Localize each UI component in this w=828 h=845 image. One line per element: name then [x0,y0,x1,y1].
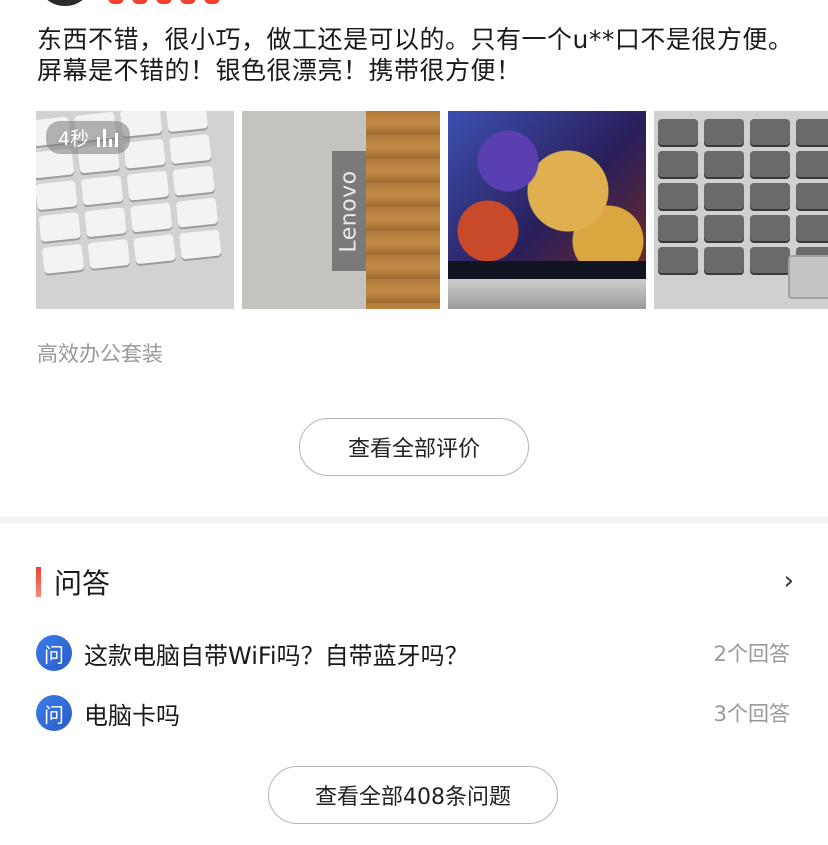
product-variant-tag: 高效办公套装 [37,342,163,366]
view-all-reviews-button[interactable]: 查看全部评价 [299,418,529,476]
answer-count: 3个回答 [713,702,790,726]
photo-content [448,279,646,309]
review-photo[interactable]: Lenovo [242,111,440,309]
qa-title: 问答 [54,567,111,600]
review-photo[interactable] [448,111,646,309]
keyboard-keys [658,119,828,273]
star-icon [132,0,148,4]
review-photos: 4秒 Lenovo [36,111,828,309]
photo-content [366,111,440,309]
qa-item[interactable]: 问 这款电脑自带WiFi吗？自带蓝牙吗？ 2个回答 [36,633,796,673]
chevron-right-icon[interactable]: › [784,566,794,596]
photo-content [448,111,646,261]
photo-content [448,261,646,279]
star-icon [156,0,172,4]
question-icon: 问 [36,695,72,731]
review-text: 东西不错，很小巧，做工还是可以的。只有一个u**口不是很方便。屏幕是不错的！银色… [37,25,794,85]
question-text: 电脑卡吗 [84,701,180,730]
question-text: 这款电脑自带WiFi吗？自带蓝牙吗？ [84,641,469,670]
lenovo-logo: Lenovo [332,151,366,271]
star-icon [108,0,124,4]
review-video-thumbnail[interactable]: 4秒 [36,111,234,309]
video-duration: 4秒 [58,128,90,150]
rating-stars [108,0,220,4]
star-icon [180,0,196,4]
answer-count: 2个回答 [713,642,790,666]
qa-item[interactable]: 问 电脑卡吗 3个回答 [36,693,796,733]
touchpad [788,255,828,299]
star-icon [204,0,220,4]
question-icon: 问 [36,635,72,671]
review-photo[interactable] [654,111,828,309]
section-accent-bar [36,567,41,597]
logo-text: Lenovo [336,169,362,253]
audio-bars-icon [97,128,119,147]
reviewer-avatar[interactable] [42,0,88,6]
section-divider [0,517,828,523]
video-duration-badge: 4秒 [46,121,131,154]
view-all-questions-button[interactable]: 查看全部408条问题 [268,766,558,824]
qa-section-header[interactable]: 问答 › [36,562,796,602]
